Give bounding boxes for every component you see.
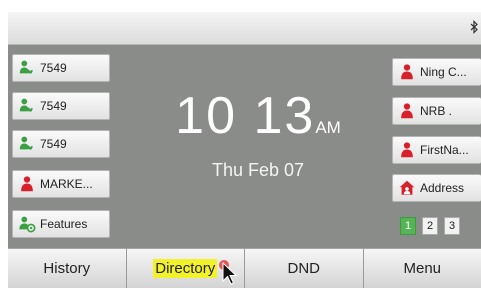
mouse-cursor-icon (219, 260, 238, 285)
line-key-label: Address (420, 181, 465, 195)
green-handset-icon (17, 134, 37, 154)
red-person-icon (397, 62, 417, 82)
red-person-icon (17, 174, 37, 194)
line-key-2[interactable]: 7549 (12, 92, 110, 120)
dnd-label: DND (287, 260, 321, 277)
clock-display: 10 13AM Thu Feb 07 (158, 88, 358, 181)
bluetooth-icon (470, 20, 479, 37)
line-key-firstname[interactable]: FirstNa... (392, 136, 481, 164)
page-2-button[interactable]: 2 (422, 217, 438, 235)
line-key-label: 7549 (40, 99, 67, 113)
green-handset-icon (17, 96, 37, 116)
history-label: History (43, 260, 91, 277)
page-indicator: 1 2 3 (400, 217, 460, 235)
menu-softkey[interactable]: Menu (363, 248, 481, 288)
directory-label: Directory (153, 259, 218, 278)
clock-time: 10 13AM (158, 88, 358, 156)
menu-label: Menu (403, 260, 442, 277)
red-person-icon (397, 140, 417, 160)
address-key[interactable]: Address (392, 174, 481, 202)
clock-time-value: 10 13 (175, 87, 316, 145)
line-key-label: FirstNa... (420, 143, 469, 157)
line-key-1[interactable]: 7549 (12, 54, 110, 82)
line-key-3[interactable]: 7549 (12, 130, 110, 158)
line-key-label: 7549 (40, 137, 67, 151)
line-key-marketing[interactable]: MARKE... (12, 170, 110, 198)
line-key-label: NRB . (420, 104, 453, 118)
line-key-label: MARKE... (40, 177, 93, 191)
clock-date: Thu Feb 07 (211, 160, 305, 180)
clock-ampm: AM (315, 118, 341, 137)
red-person-icon (397, 101, 417, 121)
phone-screen: 7549 7549 7549 MARKE... Features 10 13AM… (8, 12, 481, 288)
address-book-icon (397, 178, 417, 198)
green-handset-icon (17, 58, 37, 78)
status-bar (8, 12, 481, 45)
page-3-button[interactable]: 3 (444, 217, 460, 235)
line-key-label: Features (40, 217, 88, 231)
dnd-softkey[interactable]: DND (245, 248, 364, 288)
softkey-bar: History Directory DND Menu (8, 248, 481, 288)
history-softkey[interactable]: History (8, 248, 127, 288)
features-icon (17, 214, 37, 234)
line-key-nrb[interactable]: NRB . (392, 97, 481, 125)
features-key[interactable]: Features (12, 210, 110, 238)
page-1-button[interactable]: 1 (400, 217, 416, 235)
line-key-label: Ning C... (420, 65, 467, 79)
line-key-label: 7549 (40, 61, 67, 75)
line-key-ning[interactable]: Ning C... (392, 58, 481, 86)
